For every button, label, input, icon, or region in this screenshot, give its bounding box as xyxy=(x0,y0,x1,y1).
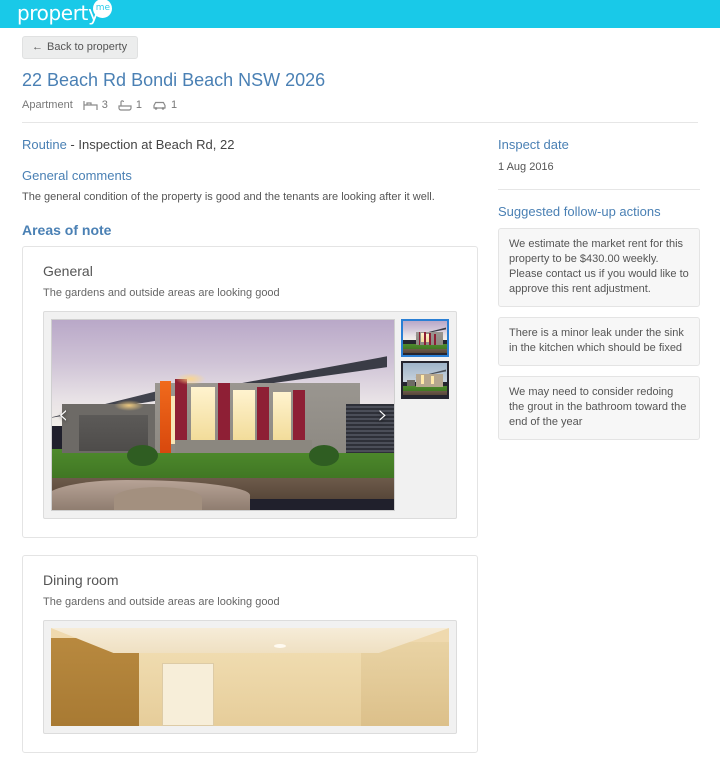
carspaces-meta: 1 xyxy=(152,99,177,111)
carousel-thumbnails xyxy=(401,319,449,511)
area-title: Dining room xyxy=(43,572,119,588)
bath-icon xyxy=(118,99,132,111)
back-to-property-button[interactable]: ← Back to property xyxy=(22,36,139,59)
propertyme-logo[interactable]: property me xyxy=(17,0,113,26)
carousel-thumbnail[interactable] xyxy=(401,319,449,357)
image-carousel: ‹ › xyxy=(43,311,457,519)
sidebar-divider xyxy=(498,189,700,190)
inspection-title: Routine - Inspection at Beach Rd, 22 xyxy=(22,137,478,152)
carousel-next-button[interactable]: › xyxy=(378,402,388,428)
area-title: General xyxy=(43,263,93,279)
page-title: 22 Beach Rd Bondi Beach NSW 2026 xyxy=(22,70,326,90)
app-header: property me xyxy=(0,0,720,28)
dining-room-photo xyxy=(51,628,449,726)
property-meta: Apartment 3 1 1 xyxy=(22,97,698,113)
suggested-actions-heading: Suggested follow-up actions xyxy=(498,204,661,219)
bed-icon xyxy=(83,100,98,111)
inspect-date-value: 1 Aug 2016 xyxy=(498,161,554,173)
area-card-general: General The gardens and outside areas ar… xyxy=(22,246,478,538)
area-note: The gardens and outside areas are lookin… xyxy=(43,287,280,299)
areas-of-note-heading: Areas of note xyxy=(22,222,112,238)
back-to-property-label: Back to property xyxy=(47,41,128,53)
image-carousel xyxy=(43,620,457,734)
bedrooms-meta: 3 xyxy=(83,99,108,111)
back-arrow-icon: ← xyxy=(32,41,43,53)
suggested-action-item[interactable]: We estimate the market rent for this pro… xyxy=(498,228,700,307)
sidebar-column: Inspect date 1 Aug 2016 Suggested follow… xyxy=(478,123,720,770)
car-icon xyxy=(152,100,167,111)
logo-wordmark: property xyxy=(17,1,100,25)
carousel-main-image[interactable] xyxy=(51,628,449,726)
back-navigation-bar: ← Back to property xyxy=(0,28,720,59)
main-column: Routine - Inspection at Beach Rd, 22 Gen… xyxy=(0,123,478,770)
content-area: Routine - Inspection at Beach Rd, 22 Gen… xyxy=(0,123,720,770)
suggested-action-item[interactable]: We may need to consider redoing the grou… xyxy=(498,376,700,440)
property-header: 22 Beach Rd Bondi Beach NSW 2026 Apartme… xyxy=(0,59,720,113)
carousel-prev-button[interactable]: ‹ xyxy=(58,402,68,428)
house-exterior-photo xyxy=(52,320,394,510)
general-comments-heading: General comments xyxy=(22,168,132,183)
bedrooms-count: 3 xyxy=(101,99,108,111)
inspection-detail: - Inspection at Beach Rd, 22 xyxy=(66,137,235,152)
carousel-thumbnail[interactable] xyxy=(401,361,449,399)
carousel-main-image[interactable]: ‹ › xyxy=(51,319,395,511)
property-type: Apartment xyxy=(22,99,73,111)
general-comments-text: The general condition of the property is… xyxy=(22,191,435,203)
suggested-action-item[interactable]: There is a minor leak under the sink in … xyxy=(498,317,700,366)
inspection-kind[interactable]: Routine xyxy=(22,137,67,152)
carspaces-count: 1 xyxy=(171,99,178,111)
logo-me-badge: me xyxy=(93,0,113,18)
bathrooms-count: 1 xyxy=(135,99,142,111)
inspect-date-heading: Inspect date xyxy=(498,137,569,152)
area-card-dining-room: Dining room The gardens and outside area… xyxy=(22,555,478,753)
area-note: The gardens and outside areas are lookin… xyxy=(43,596,280,608)
bathrooms-meta: 1 xyxy=(118,99,142,111)
